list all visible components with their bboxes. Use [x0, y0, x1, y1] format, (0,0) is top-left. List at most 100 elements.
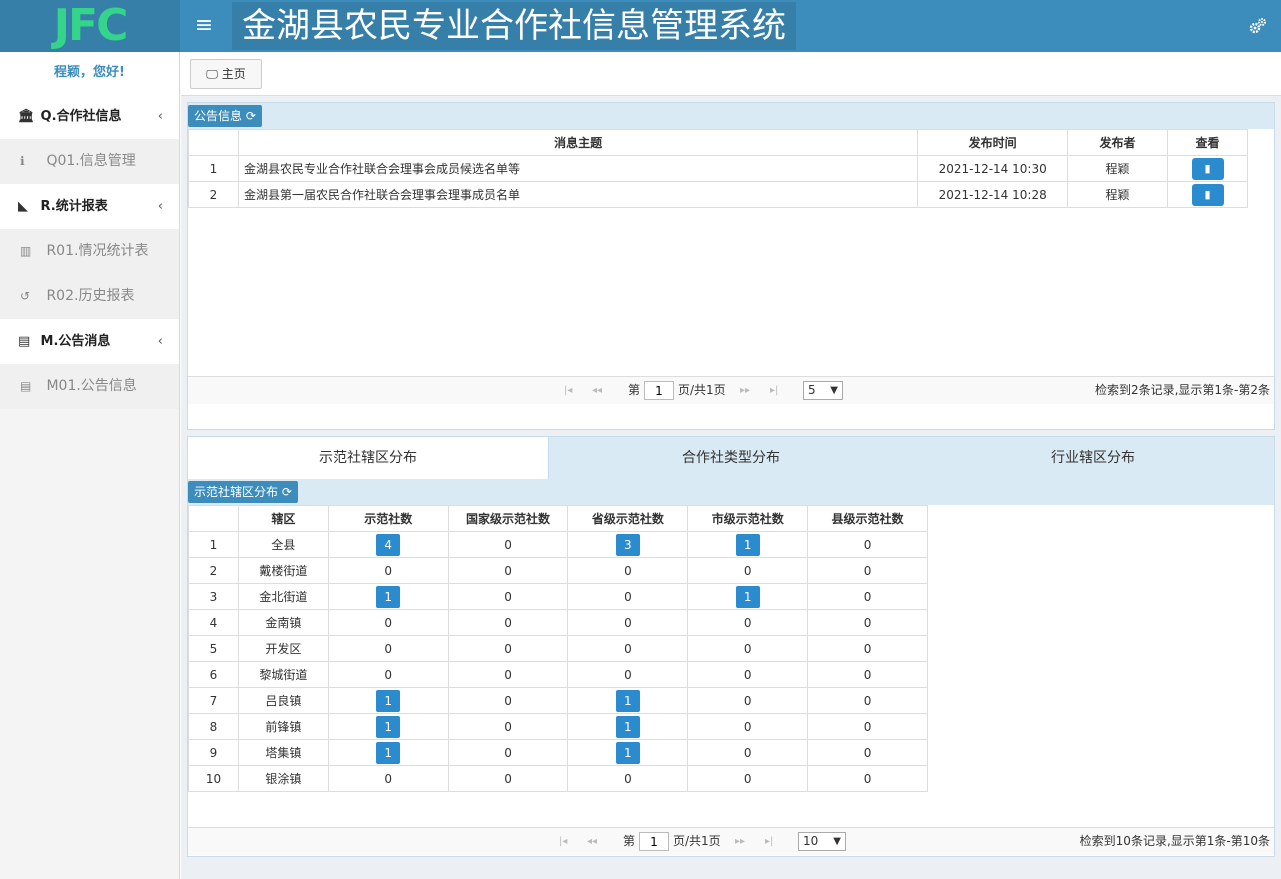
provincial-count-badge[interactable]: 3 — [615, 533, 640, 556]
first-page-icon[interactable]: |◂ — [559, 828, 567, 855]
page-suffix: 页/共1页 — [673, 834, 721, 848]
logo[interactable]: JFC — [0, 0, 180, 52]
demo-count-badge[interactable]: 1 — [376, 715, 401, 738]
last-page-icon[interactable]: ▸| — [765, 828, 773, 855]
row-index: 1 — [188, 155, 239, 182]
county-count-cell: 0 — [807, 583, 928, 610]
panel-tag-label: 公告信息 — [194, 109, 243, 123]
district-pager: |◂ ◂◂ 第 页/共1页 ▸▸ ▸| 10 ▼ 检索到10条记录,显示第1条-第… — [188, 827, 1274, 855]
next-page-icon[interactable]: ▸▸ — [740, 377, 750, 404]
page-size-select[interactable]: 10 ▼ — [798, 832, 846, 851]
demo-count-badge[interactable]: 4 — [376, 533, 401, 556]
district-name: 前锋镇 — [237, 713, 329, 740]
national-count-cell: 0 — [447, 635, 569, 662]
provincial-count-cell: 0 — [567, 765, 689, 792]
sidebar-group-cooperative[interactable]: 🏛 Q.合作社信息 ‹ — [0, 94, 179, 139]
table-row: 2 戴楼街道 0 0 0 0 0 — [188, 557, 928, 584]
announcement-tag[interactable]: 公告信息 ⟳ — [188, 105, 262, 127]
demo-count-badge[interactable]: 1 — [376, 741, 401, 764]
home-tab-button[interactable]: 🖵 主页 — [190, 59, 262, 89]
table-row: 10 银涂镇 0 0 0 0 0 — [188, 765, 928, 792]
next-page-icon[interactable]: ▸▸ — [735, 828, 745, 855]
sidebar-item-label: Q01.信息管理 — [46, 153, 136, 169]
city-count-cell: 1 — [687, 531, 809, 558]
logo-text: JFC — [53, 0, 129, 51]
district-name: 戴楼街道 — [237, 557, 329, 584]
demo-count-cell: 0 — [327, 635, 449, 662]
page-number-input[interactable] — [644, 381, 674, 400]
tab-industry-district[interactable]: 行业辖区分布 — [912, 437, 1274, 480]
chevron-left-icon: ‹ — [157, 109, 163, 124]
city-count-badge[interactable]: 1 — [735, 533, 760, 556]
bar-chart-icon: ▥ — [20, 244, 32, 258]
county-count-cell: 0 — [807, 609, 928, 636]
tab-coop-type[interactable]: 合作社类型分布 — [550, 437, 912, 480]
page-size-select[interactable]: 5 ▼ — [803, 381, 843, 400]
monitor-icon: 🖵 — [206, 67, 218, 81]
col-provincial-count: 省级示范社数 — [567, 505, 689, 532]
refresh-icon[interactable]: ⟳ — [246, 109, 256, 123]
row-index: 10 — [188, 765, 239, 792]
district-name: 吕良镇 — [237, 687, 329, 714]
publisher: 程颖 — [1067, 155, 1168, 182]
page-number-input[interactable] — [639, 832, 669, 851]
history-icon: ↺ — [20, 289, 31, 303]
refresh-icon[interactable]: ⟳ — [282, 485, 292, 499]
user-greeting: 程颖，您好! — [0, 52, 179, 94]
view-book-icon[interactable]: ▮ — [1191, 183, 1224, 206]
row-index: 4 — [188, 609, 239, 636]
panel-tag-label: 示范社辖区分布 — [194, 485, 279, 499]
provincial-count-cell: 1 — [567, 713, 689, 740]
county-count-cell: 0 — [807, 713, 928, 740]
district-name: 全县 — [237, 531, 329, 558]
col-view: 查看 — [1167, 129, 1248, 156]
sidebar-item-stats-table[interactable]: ▥ R01.情况统计表 — [0, 229, 179, 274]
menu-toggle-icon[interactable]: ≡ — [192, 0, 216, 52]
provincial-count-badge[interactable]: 1 — [615, 689, 640, 712]
newspaper-icon: ▤ — [20, 379, 32, 393]
home-label: 主页 — [221, 67, 246, 81]
col-district: 辖区 — [237, 505, 329, 532]
national-count-cell: 0 — [447, 739, 569, 766]
sidebar-item-announcement-info[interactable]: ▤ M01.公告信息 — [0, 364, 179, 409]
col-time: 发布时间 — [917, 129, 1069, 156]
provincial-count-badge[interactable]: 1 — [615, 741, 640, 764]
city-count-cell: 0 — [687, 739, 809, 766]
chevron-left-icon: ‹ — [157, 334, 163, 349]
publisher: 程颖 — [1067, 181, 1168, 208]
chevron-left-icon: ‹ — [157, 199, 163, 214]
settings-gears-icon[interactable] — [1249, 17, 1267, 35]
provincial-count-cell: 0 — [567, 661, 689, 688]
demo-count-cell: 0 — [327, 557, 449, 584]
provincial-count-cell: 0 — [567, 635, 689, 662]
sidebar-group-label: R.统计报表 — [40, 199, 108, 214]
page-size-value: 5 — [808, 383, 816, 397]
city-count-badge[interactable]: 1 — [735, 585, 760, 608]
last-page-icon[interactable]: ▸| — [770, 377, 778, 404]
provincial-count-cell: 0 — [567, 557, 689, 584]
prev-page-icon[interactable]: ◂◂ — [592, 377, 602, 404]
first-page-icon[interactable]: |◂ — [564, 377, 572, 404]
demo-count-cell: 1 — [327, 713, 449, 740]
col-national-count: 国家级示范社数 — [447, 505, 569, 532]
prev-page-icon[interactable]: ◂◂ — [587, 828, 597, 855]
announcement-title[interactable]: 金湖县第一届农民合作社联合会理事会理事成员名单 — [237, 181, 919, 208]
sidebar-item-info-manage[interactable]: ℹ Q01.信息管理 — [0, 139, 179, 184]
provincial-count-badge[interactable]: 1 — [615, 715, 640, 738]
demo-count-badge[interactable]: 1 — [376, 689, 401, 712]
demo-count-badge[interactable]: 1 — [376, 585, 401, 608]
district-tag[interactable]: 示范社辖区分布 ⟳ — [188, 481, 298, 503]
col-publisher: 发布者 — [1067, 129, 1168, 156]
table-row: 1 全县 4 0 3 1 0 — [188, 531, 928, 558]
sidebar-item-history-report[interactable]: ↺ R02.历史报表 — [0, 274, 179, 319]
announcement-title[interactable]: 金湖县农民专业合作社联合会理事会成员候选名单等 — [237, 155, 919, 182]
tab-demo-district[interactable]: 示范社辖区分布 — [188, 437, 549, 480]
sidebar-group-announcements[interactable]: ▤ M.公告消息 ‹ — [0, 319, 179, 364]
view-book-icon[interactable]: ▮ — [1191, 157, 1224, 180]
sidebar-group-reports[interactable]: ◣ R.统计报表 ‹ — [0, 184, 179, 229]
district-name: 金南镇 — [237, 609, 329, 636]
county-count-cell: 0 — [807, 765, 928, 792]
city-count-cell: 0 — [687, 713, 809, 740]
page-size-value: 10 — [803, 834, 819, 848]
page-suffix: 页/共1页 — [678, 383, 726, 397]
